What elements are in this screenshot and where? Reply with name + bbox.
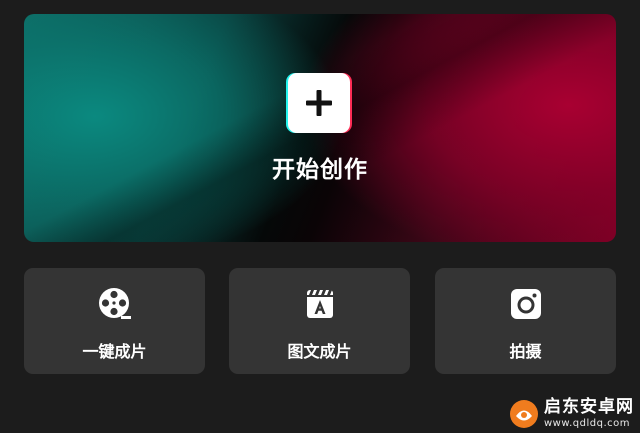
watermark-url: www.qdldq.com	[544, 418, 631, 429]
text-to-video-label: 图文成片	[287, 342, 352, 361]
start-creating-card[interactable]: 开始创作	[24, 14, 616, 242]
clapperboard-text-icon	[306, 290, 333, 318]
plus-icon	[306, 90, 332, 116]
shoot-button[interactable]: 拍摄	[435, 268, 616, 374]
shoot-label: 拍摄	[509, 342, 542, 361]
site-watermark: 启东安卓网 www.qdldq.com	[509, 399, 634, 429]
text-to-video-button[interactable]: 图文成片	[229, 268, 410, 374]
watermark-logo-icon	[510, 400, 538, 428]
create-screen: 开始创作 一键成片 图文成片 拍摄 启东安卓网 www.qdldq.com	[0, 0, 640, 433]
film-reel-icon	[98, 288, 131, 319]
start-creating-label: 开始创作	[272, 157, 368, 183]
watermark-title: 启东安卓网	[544, 397, 634, 417]
one-click-video-button[interactable]: 一键成片	[24, 268, 205, 374]
camera-icon	[510, 289, 541, 319]
one-click-video-label: 一键成片	[82, 342, 147, 361]
plus-button[interactable]	[286, 72, 352, 134]
